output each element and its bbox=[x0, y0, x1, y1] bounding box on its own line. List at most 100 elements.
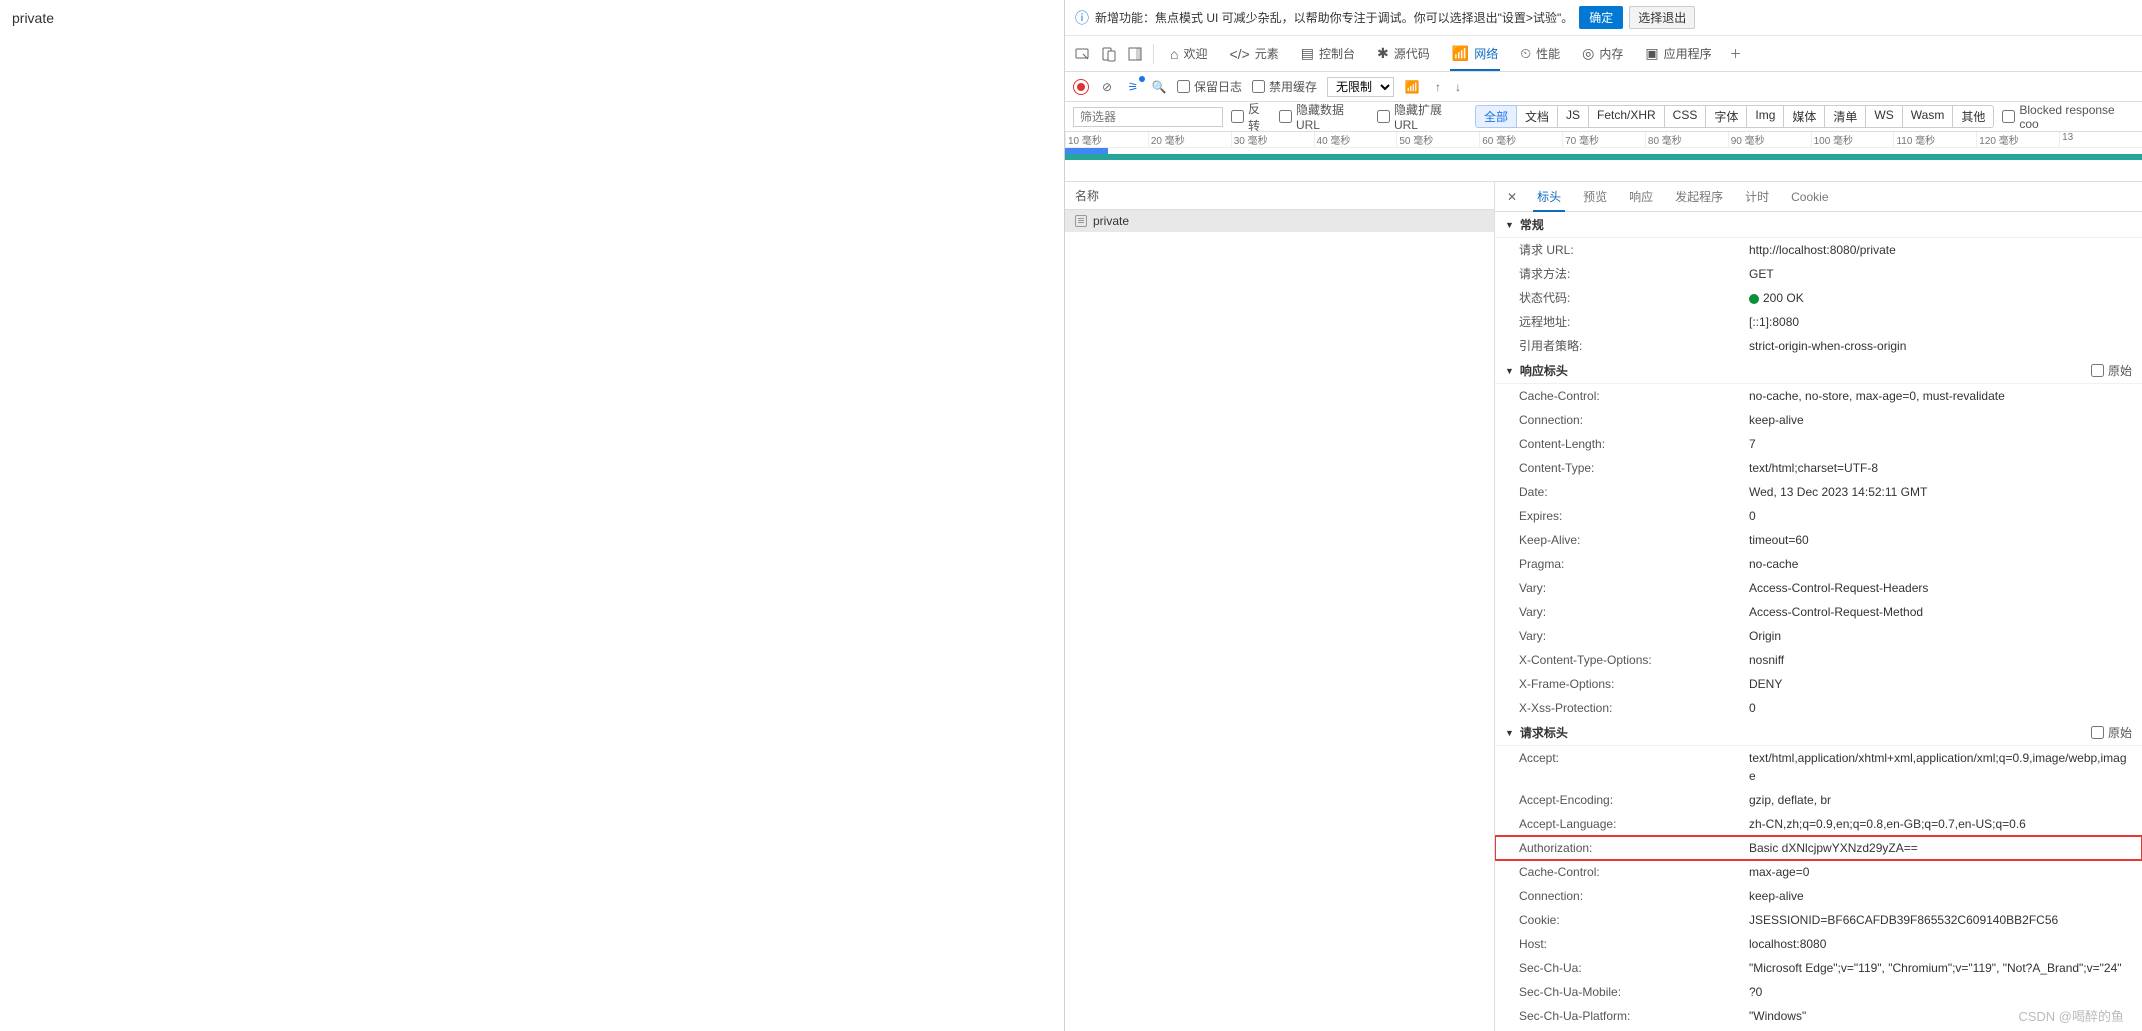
timeline-tick: 30 毫秒 bbox=[1231, 132, 1314, 147]
filter-chip-JS[interactable]: JS bbox=[1558, 105, 1589, 128]
search-icon[interactable]: 🔍 bbox=[1151, 79, 1167, 95]
throttle-select[interactable]: 无限制 bbox=[1327, 77, 1394, 97]
infobar-text: 新增功能：焦点模式 UI 可减少杂乱，以帮助你专注于调试。你可以选择退出"设置>… bbox=[1095, 9, 1573, 26]
raw-toggle-response[interactable]: 原始 bbox=[2091, 362, 2132, 379]
sources-icon: ✱ bbox=[1377, 45, 1389, 62]
hide-data-url-label: 隐藏数据 URL bbox=[1296, 102, 1369, 132]
request-header-row: Sec-Ch-Ua-Platform:"Windows" bbox=[1495, 1004, 2142, 1028]
hide-ext-url-label: 隐藏扩展 URL bbox=[1394, 102, 1467, 132]
type-filter-chips: 全部文档JSFetch/XHRCSS字体Img媒体清单WSWasm其他 bbox=[1475, 105, 1994, 128]
blocked-cookies-label: Blocked response coo bbox=[2019, 103, 2134, 131]
general-method: 请求方法:GET bbox=[1495, 262, 2142, 286]
elements-icon: </> bbox=[1229, 46, 1249, 62]
invert-checkbox[interactable]: 反转 bbox=[1231, 102, 1271, 132]
hide-ext-url-checkbox[interactable]: 隐藏扩展 URL bbox=[1377, 102, 1467, 132]
tab-network-label: 网络 bbox=[1474, 45, 1498, 62]
section-response-label: 响应标头 bbox=[1520, 362, 1568, 379]
request-header-row: Authorization:Basic dXNlcjpwYXNzd29yZA== bbox=[1495, 836, 2142, 860]
detail-tab-cookies[interactable]: Cookie bbox=[1781, 184, 1838, 210]
timeline-tick: 110 毫秒 bbox=[1893, 132, 1976, 147]
filter-chip-WS[interactable]: WS bbox=[1866, 105, 1902, 128]
request-header-row: Connection:keep-alive bbox=[1495, 884, 2142, 908]
console-icon: ▤ bbox=[1301, 45, 1314, 62]
detail-tab-initiator[interactable]: 发起程序 bbox=[1665, 182, 1733, 211]
application-icon: ▣ bbox=[1645, 45, 1658, 62]
disable-cache-checkbox[interactable]: 禁用缓存 bbox=[1252, 78, 1317, 95]
filter-chip-清单[interactable]: 清单 bbox=[1825, 105, 1866, 128]
raw-label-2: 原始 bbox=[2108, 724, 2132, 741]
section-general-label: 常规 bbox=[1520, 216, 1544, 233]
tab-application[interactable]: ▣ 应用程序 bbox=[1635, 37, 1721, 70]
dock-icon[interactable] bbox=[1123, 42, 1147, 66]
infobar-optout-button[interactable]: 选择退出 bbox=[1629, 6, 1695, 29]
filter-toggle-icon[interactable]: ⚞ bbox=[1125, 79, 1141, 95]
request-list-header[interactable]: 名称 bbox=[1065, 182, 1494, 210]
request-row-private[interactable]: private bbox=[1065, 210, 1494, 232]
tab-performance[interactable]: ⏲性能 bbox=[1510, 37, 1570, 70]
disable-cache-label: 禁用缓存 bbox=[1269, 78, 1317, 95]
general-referrer: 引用者策略:strict-origin-when-cross-origin bbox=[1495, 334, 2142, 358]
detail-tab-response[interactable]: 响应 bbox=[1619, 182, 1663, 211]
tab-console[interactable]: ▤控制台 bbox=[1291, 37, 1365, 70]
response-header-row: Vary:Access-Control-Request-Headers bbox=[1495, 576, 2142, 600]
detail-tab-preview[interactable]: 预览 bbox=[1573, 182, 1617, 211]
response-header-row: Keep-Alive:timeout=60 bbox=[1495, 528, 2142, 552]
section-general[interactable]: ▼常规 bbox=[1495, 212, 2142, 238]
filter-chip-字体[interactable]: 字体 bbox=[1706, 105, 1747, 128]
tab-welcome[interactable]: ⌂欢迎 bbox=[1160, 37, 1217, 70]
general-status: 状态代码:200 OK bbox=[1495, 286, 2142, 310]
tab-elements-label: 元素 bbox=[1255, 45, 1279, 62]
wifi-icon[interactable]: 📶 bbox=[1404, 79, 1420, 95]
tab-application-label: 应用程序 bbox=[1664, 45, 1712, 62]
tab-memory[interactable]: ◎ 内存 bbox=[1572, 37, 1633, 70]
blocked-cookies-checkbox[interactable]: Blocked response coo bbox=[2002, 103, 2134, 131]
filter-chip-CSS[interactable]: CSS bbox=[1665, 105, 1707, 128]
tab-sources[interactable]: ✱源代码 bbox=[1367, 37, 1440, 70]
filter-chip-Fetch/XHR[interactable]: Fetch/XHR bbox=[1589, 105, 1665, 128]
add-tab-icon[interactable]: ＋ bbox=[1724, 42, 1748, 66]
tab-memory-label: 内存 bbox=[1599, 45, 1623, 62]
inspect-icon[interactable] bbox=[1071, 42, 1095, 66]
general-url: 请求 URL:http://localhost:8080/private bbox=[1495, 238, 2142, 262]
record-button[interactable] bbox=[1073, 79, 1089, 95]
filter-chip-媒体[interactable]: 媒体 bbox=[1784, 105, 1825, 128]
filter-chip-Wasm[interactable]: Wasm bbox=[1903, 105, 1954, 128]
section-request-headers[interactable]: ▼请求标头 原始 bbox=[1495, 720, 2142, 746]
close-detail-icon[interactable]: ✕ bbox=[1499, 186, 1525, 208]
response-header-row: Vary:Access-Control-Request-Method bbox=[1495, 600, 2142, 624]
filter-input[interactable] bbox=[1073, 107, 1223, 127]
devtools-panel: ⓘ 新增功能：焦点模式 UI 可减少杂乱，以帮助你专注于调试。你可以选择退出"设… bbox=[1064, 0, 2142, 1031]
raw-toggle-request[interactable]: 原始 bbox=[2091, 724, 2132, 741]
network-timeline[interactable]: 10 毫秒20 毫秒30 毫秒40 毫秒50 毫秒60 毫秒70 毫秒80 毫秒… bbox=[1065, 132, 2142, 182]
tab-network[interactable]: 📶网络 bbox=[1442, 37, 1508, 70]
page-content: private bbox=[0, 0, 1064, 1031]
tab-welcome-label: 欢迎 bbox=[1183, 45, 1207, 62]
preserve-log-label: 保留日志 bbox=[1194, 78, 1242, 95]
clear-icon[interactable]: ⊘ bbox=[1099, 79, 1115, 95]
record-dot-icon bbox=[1077, 83, 1085, 91]
page-body-text: private bbox=[12, 10, 54, 26]
download-icon[interactable]: ↓ bbox=[1450, 79, 1466, 95]
invert-label: 反转 bbox=[1248, 102, 1271, 132]
filter-chip-文档[interactable]: 文档 bbox=[1517, 105, 1558, 128]
device-toggle-icon[interactable] bbox=[1097, 42, 1121, 66]
detail-tab-timing[interactable]: 计时 bbox=[1735, 182, 1779, 211]
infobar-ok-button[interactable]: 确定 bbox=[1579, 6, 1623, 29]
tab-elements[interactable]: </> 元素 bbox=[1219, 37, 1288, 70]
request-header-row: Sec-Ch-Ua:"Microsoft Edge";v="119", "Chr… bbox=[1495, 956, 2142, 980]
detail-tabs: ✕ 标头 预览 响应 发起程序 计时 Cookie bbox=[1495, 182, 2142, 212]
memory-icon: ◎ bbox=[1582, 45, 1594, 62]
preserve-log-checkbox[interactable]: 保留日志 bbox=[1177, 78, 1242, 95]
request-header-row: Host:localhost:8080 bbox=[1495, 932, 2142, 956]
filter-chip-其他[interactable]: 其他 bbox=[1953, 105, 1994, 128]
headers-pane[interactable]: ▼常规 请求 URL:http://localhost:8080/private… bbox=[1495, 212, 2142, 1031]
detail-tab-headers[interactable]: 标头 bbox=[1527, 182, 1571, 211]
hide-data-url-checkbox[interactable]: 隐藏数据 URL bbox=[1279, 102, 1369, 132]
filter-chip-Img[interactable]: Img bbox=[1747, 105, 1784, 128]
timeline-tick: 70 毫秒 bbox=[1562, 132, 1645, 147]
timeline-tick: 80 毫秒 bbox=[1645, 132, 1728, 147]
upload-icon[interactable]: ↑ bbox=[1430, 79, 1446, 95]
section-response-headers[interactable]: ▼响应标头 原始 bbox=[1495, 358, 2142, 384]
filter-chip-全部[interactable]: 全部 bbox=[1475, 105, 1517, 128]
request-header-row: Cookie:JSESSIONID=BF66CAFDB39F865532C609… bbox=[1495, 908, 2142, 932]
